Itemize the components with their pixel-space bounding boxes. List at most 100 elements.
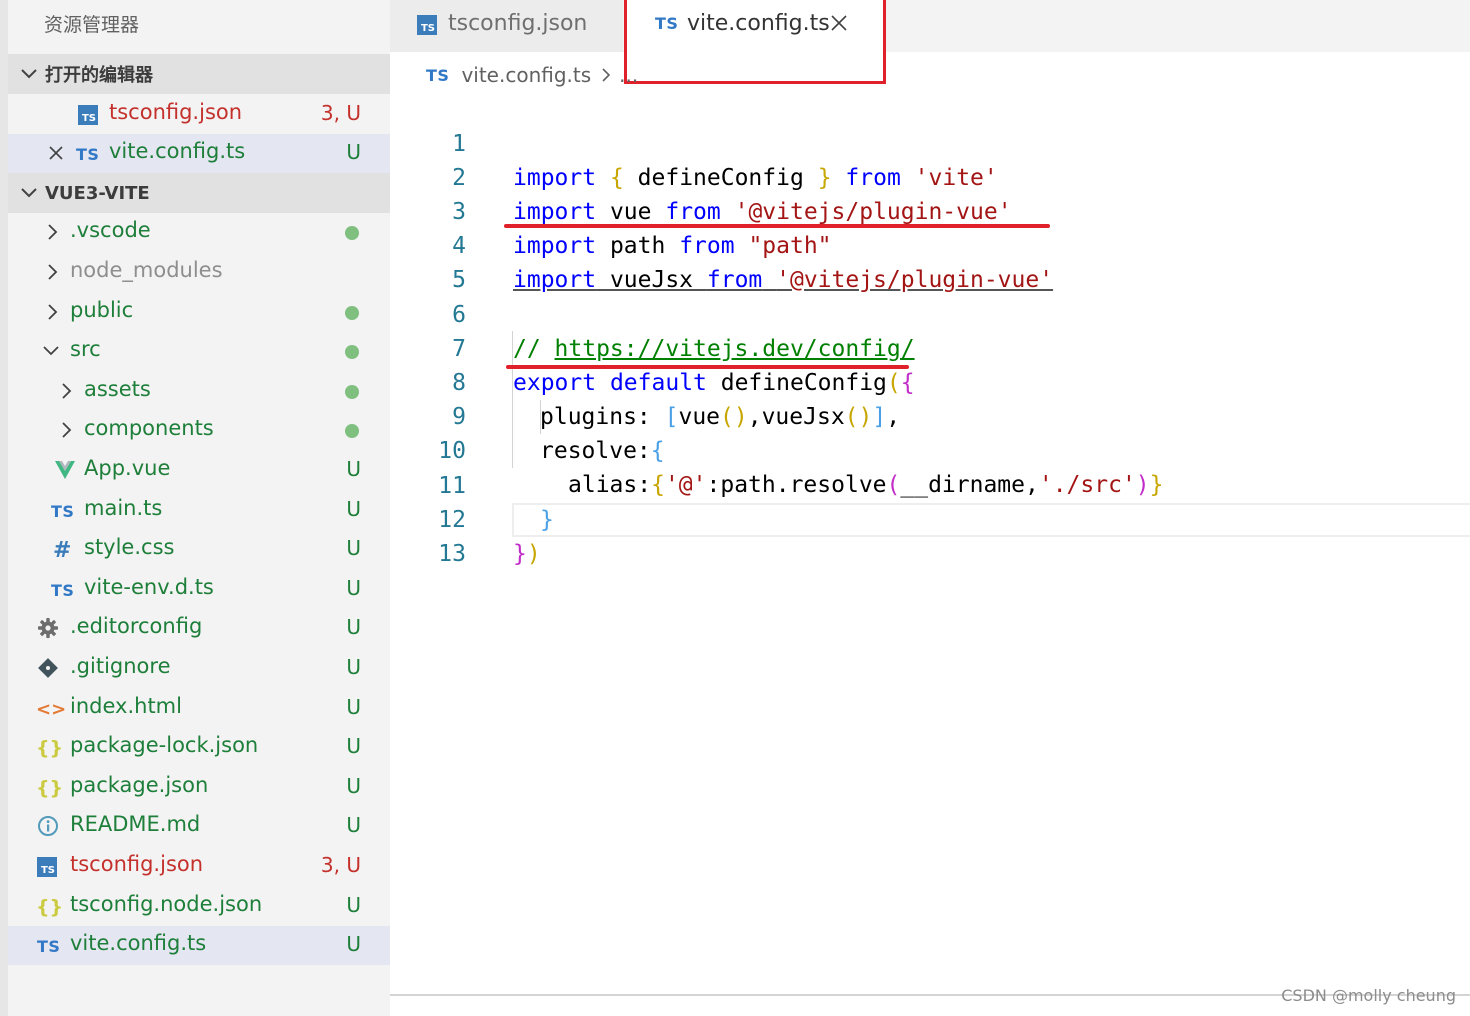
chevron-down-icon	[43, 346, 59, 356]
status-badge: U	[346, 932, 361, 956]
tree-item-src[interactable]: src	[8, 332, 390, 371]
annotation-underline	[506, 365, 909, 369]
code-line-9: 9 resolve:{	[390, 366, 1470, 464]
project-header[interactable]: VUE3-VITE	[8, 173, 390, 213]
tree-item-public[interactable]: public	[8, 293, 390, 332]
tree-item-name: main.ts	[84, 496, 163, 520]
tree-item-name: vite-env.d.ts	[84, 575, 214, 599]
tree-item-name: style.css	[84, 535, 175, 559]
code-line-3: 3 import path from "path"	[390, 161, 1470, 259]
info-icon	[38, 816, 58, 836]
close-icon[interactable]	[830, 14, 848, 32]
code-line-13: 13	[390, 503, 1470, 567]
tree-item-name: tsconfig.node.json	[70, 892, 263, 916]
chevron-right-icon	[62, 383, 72, 399]
git-status-dot	[345, 345, 359, 359]
tree-item-name: .editorconfig	[70, 614, 203, 638]
breadcrumb-more[interactable]: ...	[619, 63, 638, 87]
chevron-right-icon	[48, 264, 58, 280]
project-label: VUE3-VITE	[45, 182, 150, 204]
chevron-down-icon	[21, 69, 37, 79]
tree-item-name: .vscode	[70, 218, 151, 242]
tree-item-vscode[interactable]: .vscode	[8, 213, 390, 252]
json-icon: {}	[36, 737, 64, 759]
annotation-underline	[504, 224, 1050, 228]
chevron-right-icon	[602, 68, 611, 82]
tsconfig-icon: TS	[417, 15, 437, 35]
tree-item-gitignore[interactable]: .gitignore U	[8, 649, 390, 688]
tree-item-name: App.vue	[84, 456, 171, 480]
line-number: 13	[438, 541, 466, 567]
tree-item-vite-env[interactable]: TS vite-env.d.ts U	[8, 570, 390, 609]
open-editor-tsconfig[interactable]: TS tsconfig.json 3, U	[8, 95, 390, 134]
breadcrumb: TS vite.config.ts ...	[426, 60, 638, 90]
tree-item-assets[interactable]: assets	[8, 372, 390, 411]
ts-icon: TS	[37, 936, 61, 956]
close-icon[interactable]	[48, 145, 64, 161]
tsconfig-icon: TS	[78, 103, 98, 127]
chevron-down-icon	[21, 188, 37, 198]
chevron-right-icon	[62, 422, 72, 438]
status-badge: U	[346, 655, 361, 679]
ts-icon: TS	[426, 65, 450, 85]
status-badge: U	[346, 457, 361, 481]
code-line-8: 8 plugins: [vue(),vueJsx()],	[390, 332, 1470, 430]
tree-item-name: tsconfig.json	[70, 852, 204, 876]
tree-item-package-lock[interactable]: {} package-lock.json U	[8, 728, 390, 767]
code-line-11: 11 }	[390, 435, 1470, 533]
tsconfig-icon: TS	[37, 855, 57, 879]
status-badge: U	[346, 893, 361, 917]
tree-item-name: README.md	[70, 812, 201, 836]
editor-area: TS tsconfig.json TS vite.config.ts TS vi…	[390, 0, 1470, 1016]
tree-item-editorconfig[interactable]: .editorconfig U	[8, 609, 390, 648]
tree-item-main-ts[interactable]: TS main.ts U	[8, 491, 390, 530]
tab-label: vite.config.ts	[687, 11, 830, 36]
tree-item-package-json[interactable]: {} package.json U	[8, 768, 390, 807]
tab-bar: TS tsconfig.json TS vite.config.ts	[390, 0, 1470, 52]
json-icon: {}	[36, 777, 64, 799]
tree-item-vite-config[interactable]: TS vite.config.ts U	[8, 926, 390, 965]
status-badge: U	[346, 695, 361, 719]
ts-icon: TS	[655, 14, 679, 33]
explorer-title: 资源管理器	[44, 14, 140, 36]
ts-icon: TS	[51, 580, 75, 600]
tree-item-name: package-lock.json	[70, 733, 259, 757]
tree-item-tsconfig-node[interactable]: {} tsconfig.node.json U	[8, 887, 390, 926]
git-icon	[38, 658, 58, 678]
tree-item-index-html[interactable]: <> index.html U	[8, 689, 390, 728]
status-badge: U	[346, 576, 361, 600]
tree-item-name: package.json	[70, 773, 209, 797]
ts-icon: TS	[51, 501, 75, 521]
open-editor-vite-config[interactable]: TS vite.config.ts U	[8, 134, 390, 173]
tree-item-name: index.html	[70, 694, 182, 718]
tree-item-readme[interactable]: README.md U	[8, 807, 390, 846]
tree-item-node-modules[interactable]: node_modules	[8, 253, 390, 292]
tree-item-tsconfig[interactable]: TS tsconfig.json 3, U	[8, 847, 390, 886]
status-badge: U	[346, 497, 361, 521]
code-line-5: 5	[390, 229, 1470, 293]
tab-tsconfig[interactable]: TS tsconfig.json	[390, 0, 623, 52]
tree-item-style-css[interactable]: # style.css U	[8, 530, 390, 569]
breadcrumb-file[interactable]: vite.config.ts	[461, 63, 591, 87]
tree-item-name: node_modules	[70, 258, 223, 282]
hash-icon: #	[53, 537, 72, 563]
vue-icon	[55, 461, 75, 479]
tree-item-components[interactable]: components	[8, 411, 390, 450]
git-status-dot	[345, 385, 359, 399]
tree-item-name: public	[70, 298, 134, 322]
status-badge: 3, U	[320, 101, 361, 125]
gear-icon	[38, 618, 58, 638]
status-badge: U	[346, 774, 361, 798]
status-badge: U	[346, 813, 361, 837]
code-line-7: 7 export default defineConfig({	[390, 298, 1470, 396]
tree-item-name: .gitignore	[70, 654, 171, 678]
tab-vite-config[interactable]: TS vite.config.ts	[624, 0, 884, 52]
status-badge: U	[346, 536, 361, 560]
status-badge: 3, U	[320, 853, 361, 877]
code-line-2: 2 import vue from '@vitejs/plugin-vue'	[390, 127, 1470, 225]
open-editor-name: vite.config.ts	[109, 139, 246, 163]
tree-item-app-vue[interactable]: App.vue U	[8, 451, 390, 490]
status-badge: U	[346, 615, 361, 639]
tree-item-name: src	[70, 337, 101, 361]
open-editors-header[interactable]: 打开的编辑器	[8, 54, 390, 94]
